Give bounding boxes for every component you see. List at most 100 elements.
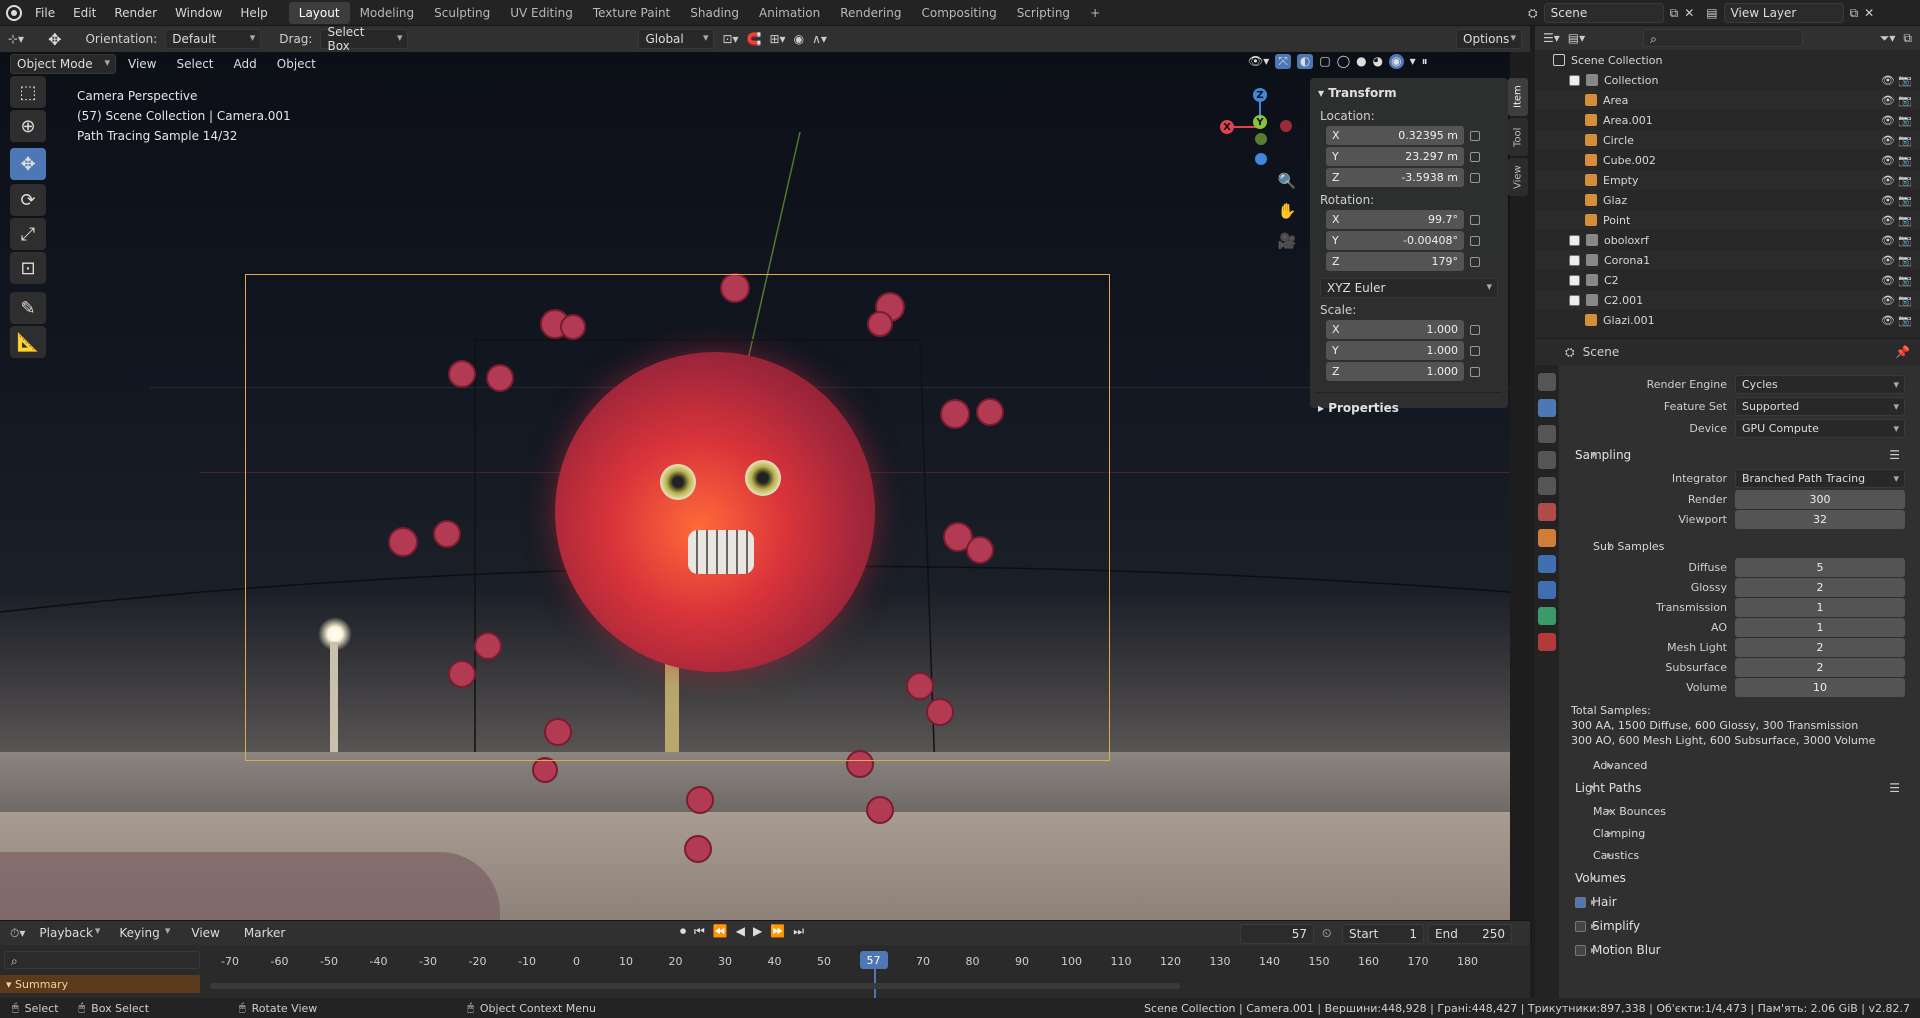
timeline-scrollbar[interactable] (210, 983, 1180, 989)
modifier-tab-icon[interactable] (1538, 555, 1556, 573)
menu-file[interactable]: File (26, 6, 64, 20)
lock-icon[interactable] (1470, 151, 1480, 162)
scene-icon[interactable]: ⛭ (1528, 6, 1538, 21)
menu-render[interactable]: Render (105, 6, 166, 20)
lock-icon[interactable] (1470, 172, 1480, 183)
drag-dropdown[interactable]: Select Box (320, 25, 409, 53)
rotation-z-field[interactable]: Z 179° (1326, 252, 1464, 271)
sub-sample-field[interactable]: 2 (1735, 577, 1905, 597)
lock-icon[interactable] (1470, 235, 1480, 246)
lock-icon[interactable] (1470, 130, 1480, 141)
rotation-mode-dropdown[interactable]: XYZ Euler (1320, 278, 1498, 298)
view-layer-icon[interactable]: ▤ (1706, 6, 1717, 20)
sub-sample-field[interactable]: 5 (1735, 557, 1905, 577)
volumes-section[interactable]: Volumes (1559, 866, 1920, 890)
play-reverse-icon[interactable]: ◀ (736, 924, 745, 939)
transform-section-header[interactable]: ▾ Transform (1316, 82, 1502, 104)
viewport-menu-add[interactable]: Add (226, 55, 265, 73)
list-icon[interactable]: ☰ (1889, 448, 1900, 462)
tab-texture-paint[interactable]: Texture Paint (583, 2, 680, 24)
sub-sample-field[interactable]: 2 (1735, 637, 1905, 657)
output-tab-icon[interactable] (1538, 425, 1556, 443)
gizmo-y-axis[interactable]: Y (1253, 115, 1267, 129)
visibility-toggles[interactable]: 👁 📷 (1881, 134, 1912, 147)
measure-tool-button[interactable]: 📐 (10, 326, 46, 358)
outliner-row-root[interactable]: Scene Collection (1535, 50, 1920, 70)
overlay-toggle-icon[interactable]: ◐ (1296, 54, 1314, 69)
outliner-row[interactable]: Circle 👁 📷 (1535, 130, 1920, 150)
sub-sample-field[interactable]: 1 (1735, 597, 1905, 617)
shading-options-icon[interactable]: ▾ (1410, 54, 1416, 69)
menu-help[interactable]: Help (231, 6, 276, 20)
location-y-field[interactable]: Y 23.297 m (1326, 147, 1464, 166)
current-frame-marker[interactable]: 57 (859, 951, 888, 969)
tab-shading[interactable]: Shading (680, 2, 749, 24)
outliner-row[interactable]: Cube.002 👁 📷 (1535, 150, 1920, 170)
tab-tool[interactable]: Tool (1508, 118, 1528, 156)
exclude-checkbox[interactable] (1569, 254, 1580, 266)
orientation-dropdown[interactable]: Default (165, 29, 262, 49)
tab-modeling[interactable]: Modeling (350, 2, 425, 24)
pivot-icon[interactable]: ⊡▾ (722, 32, 738, 46)
filter-icon[interactable]: ⏷▾ (1880, 31, 1896, 46)
proportional-edit-icon[interactable]: ◉ (794, 32, 804, 46)
visibility-icon[interactable]: 👁▾ (1248, 54, 1269, 69)
motion-blur-section[interactable]: Motion Blur (1559, 938, 1920, 962)
scene-tab-icon[interactable] (1538, 477, 1556, 495)
gizmo-neg-y[interactable] (1255, 133, 1267, 145)
lock-icon[interactable] (1470, 366, 1480, 377)
rotate-tool-button[interactable]: ⟳ (10, 184, 46, 216)
tab-animation[interactable]: Animation (749, 2, 830, 24)
tab-compositing[interactable]: Compositing (911, 2, 1006, 24)
texture-tab-icon[interactable] (1538, 633, 1556, 651)
caustics-section[interactable]: Caustics (1559, 844, 1920, 866)
tab-layout[interactable]: Layout (288, 1, 350, 24)
record-icon[interactable]: ⏺ (680, 924, 686, 939)
view-layer-tab-icon[interactable] (1538, 451, 1556, 469)
lock-icon[interactable] (1470, 345, 1480, 356)
device-dropdown[interactable]: GPU Compute (1735, 418, 1905, 438)
scale-tool-button[interactable]: ⤢ (10, 218, 46, 250)
delete-view-layer-icon[interactable]: ✕ (1864, 6, 1874, 20)
scene-field[interactable]: Scene (1543, 3, 1664, 23)
navigation-gizmo[interactable]: Z X Y (1215, 85, 1295, 165)
tab-scripting[interactable]: Scripting (1007, 2, 1080, 24)
transform-tool-button[interactable]: ⊡ (10, 252, 46, 284)
tab-uv-editing[interactable]: UV Editing (500, 2, 583, 24)
visibility-toggles[interactable]: 👁 📷 (1881, 194, 1912, 207)
new-scene-icon[interactable]: ⧉ (1670, 6, 1679, 21)
visibility-toggles[interactable]: 👁 📷 (1881, 154, 1912, 167)
start-frame-field[interactable]: Start 1 (1342, 924, 1424, 944)
timeline-menu-view[interactable]: View (183, 924, 227, 942)
menu-window[interactable]: Window (166, 6, 231, 20)
summary-row[interactable]: ▾ Summary (0, 975, 200, 993)
sub-sample-field[interactable]: 1 (1735, 617, 1905, 637)
visibility-toggles[interactable]: 👁 📷 (1881, 174, 1912, 187)
visibility-toggles[interactable]: 👁 📷 (1881, 74, 1912, 87)
lock-icon[interactable] (1470, 214, 1480, 225)
physics-tab-icon[interactable] (1538, 581, 1556, 599)
gizmo-neg-z[interactable] (1255, 153, 1267, 165)
location-z-field[interactable]: Z -3.5938 m (1326, 168, 1464, 187)
viewport-menu-select[interactable]: Select (168, 55, 221, 73)
max-bounces-section[interactable]: Max Bounces (1559, 800, 1920, 822)
mode-dropdown[interactable]: Object Mode (10, 54, 116, 74)
viewport-samples-field[interactable]: 32 (1735, 509, 1905, 529)
rendered-shading-icon[interactable]: ◉ (1389, 54, 1404, 69)
exclude-checkbox[interactable] (1569, 294, 1580, 306)
editor-type-icon[interactable]: ⊹▾ (8, 32, 24, 46)
sub-sample-field[interactable]: 10 (1735, 677, 1905, 697)
current-frame-field[interactable]: 57 (1240, 924, 1314, 944)
render-samples-field[interactable]: 300 (1735, 489, 1905, 509)
play-icon[interactable]: ▶ (753, 924, 762, 939)
list-icon[interactable]: ☰ (1889, 781, 1900, 795)
transform-space-dropdown[interactable]: Global (638, 29, 715, 49)
exclude-checkbox[interactable] (1569, 274, 1580, 286)
delete-scene-icon[interactable]: ✕ (1684, 6, 1694, 20)
next-keyframe-icon[interactable]: ⏩ (770, 924, 785, 939)
falloff-icon[interactable]: ∧▾ (812, 32, 827, 46)
timeline-menu-marker[interactable]: Marker (236, 924, 293, 942)
lock-icon[interactable] (1470, 324, 1480, 335)
keying-dropdown[interactable]: Keying (113, 923, 175, 943)
gizmo-toggle-icon[interactable]: ⤧ (1275, 54, 1291, 69)
